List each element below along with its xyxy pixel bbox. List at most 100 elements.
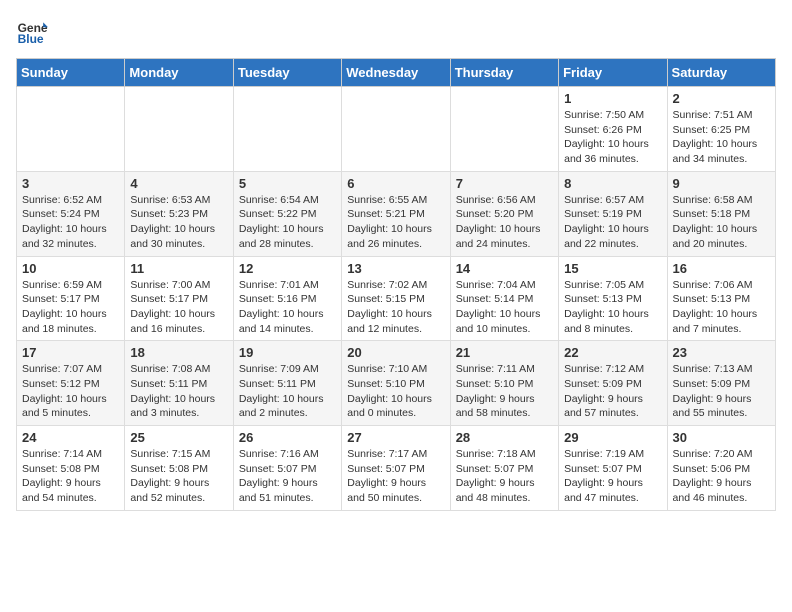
calendar-cell [342, 87, 450, 172]
day-number: 16 [673, 261, 770, 276]
calendar-cell: 11 Sunrise: 7:00 AMSunset: 5:17 PMDayligh… [125, 256, 233, 341]
day-info: Sunrise: 7:10 AMSunset: 5:10 PMDaylight:… [347, 362, 444, 421]
day-info: Sunrise: 7:00 AMSunset: 5:17 PMDaylight:… [130, 278, 227, 337]
calendar-cell: 15 Sunrise: 7:05 AMSunset: 5:13 PMDayligh… [559, 256, 667, 341]
day-header-saturday: Saturday [667, 59, 775, 87]
day-header-friday: Friday [559, 59, 667, 87]
day-info: Sunrise: 6:59 AMSunset: 5:17 PMDaylight:… [22, 278, 119, 337]
day-info: Sunrise: 7:12 AMSunset: 5:09 PMDaylight:… [564, 362, 661, 421]
calendar-cell: 22 Sunrise: 7:12 AMSunset: 5:09 PMDayligh… [559, 341, 667, 426]
day-header-tuesday: Tuesday [233, 59, 341, 87]
calendar-cell: 14 Sunrise: 7:04 AMSunset: 5:14 PMDayligh… [450, 256, 558, 341]
day-info: Sunrise: 7:50 AMSunset: 6:26 PMDaylight:… [564, 108, 661, 167]
calendar-cell: 18 Sunrise: 7:08 AMSunset: 5:11 PMDayligh… [125, 341, 233, 426]
calendar-cell: 16 Sunrise: 7:06 AMSunset: 5:13 PMDayligh… [667, 256, 775, 341]
calendar-cell: 20 Sunrise: 7:10 AMSunset: 5:10 PMDayligh… [342, 341, 450, 426]
day-number: 20 [347, 345, 444, 360]
calendar-cell: 12 Sunrise: 7:01 AMSunset: 5:16 PMDayligh… [233, 256, 341, 341]
calendar-cell: 28 Sunrise: 7:18 AMSunset: 5:07 PMDayligh… [450, 426, 558, 511]
day-info: Sunrise: 6:52 AMSunset: 5:24 PMDaylight:… [22, 193, 119, 252]
day-number: 13 [347, 261, 444, 276]
day-number: 11 [130, 261, 227, 276]
day-info: Sunrise: 7:19 AMSunset: 5:07 PMDaylight:… [564, 447, 661, 506]
day-info: Sunrise: 7:08 AMSunset: 5:11 PMDaylight:… [130, 362, 227, 421]
day-number: 27 [347, 430, 444, 445]
calendar-cell: 4 Sunrise: 6:53 AMSunset: 5:23 PMDaylight… [125, 171, 233, 256]
day-info: Sunrise: 7:06 AMSunset: 5:13 PMDaylight:… [673, 278, 770, 337]
day-info: Sunrise: 7:01 AMSunset: 5:16 PMDaylight:… [239, 278, 336, 337]
calendar-cell: 25 Sunrise: 7:15 AMSunset: 5:08 PMDayligh… [125, 426, 233, 511]
calendar-cell: 17Sunrise: 7:07 AMSunset: 5:12 PMDayligh… [17, 341, 125, 426]
page-header: General Blue [16, 16, 776, 48]
calendar-cell: 19 Sunrise: 7:09 AMSunset: 5:11 PMDayligh… [233, 341, 341, 426]
calendar-cell: 27 Sunrise: 7:17 AMSunset: 5:07 PMDayligh… [342, 426, 450, 511]
day-number: 14 [456, 261, 553, 276]
calendar-cell: 13 Sunrise: 7:02 AMSunset: 5:15 PMDayligh… [342, 256, 450, 341]
day-header-monday: Monday [125, 59, 233, 87]
day-number: 2 [673, 91, 770, 106]
day-number: 23 [673, 345, 770, 360]
day-number: 8 [564, 176, 661, 191]
day-number: 18 [130, 345, 227, 360]
day-header-wednesday: Wednesday [342, 59, 450, 87]
day-number: 1 [564, 91, 661, 106]
calendar-table: SundayMondayTuesdayWednesdayThursdayFrid… [16, 58, 776, 511]
day-number: 30 [673, 430, 770, 445]
calendar-cell [233, 87, 341, 172]
calendar-cell: 26 Sunrise: 7:16 AMSunset: 5:07 PMDayligh… [233, 426, 341, 511]
calendar-cell [17, 87, 125, 172]
day-info: Sunrise: 7:18 AMSunset: 5:07 PMDaylight:… [456, 447, 553, 506]
day-number: 19 [239, 345, 336, 360]
day-number: 26 [239, 430, 336, 445]
day-number: 24 [22, 430, 119, 445]
day-info: Sunrise: 7:17 AMSunset: 5:07 PMDaylight:… [347, 447, 444, 506]
day-info: Sunrise: 7:09 AMSunset: 5:11 PMDaylight:… [239, 362, 336, 421]
day-info: Sunrise: 7:13 AMSunset: 5:09 PMDaylight:… [673, 362, 770, 421]
day-info: Sunrise: 6:57 AMSunset: 5:19 PMDaylight:… [564, 193, 661, 252]
calendar-cell [125, 87, 233, 172]
calendar-cell: 7 Sunrise: 6:56 AMSunset: 5:20 PMDaylight… [450, 171, 558, 256]
day-info: Sunrise: 7:02 AMSunset: 5:15 PMDaylight:… [347, 278, 444, 337]
day-info: Sunrise: 7:04 AMSunset: 5:14 PMDaylight:… [456, 278, 553, 337]
day-number: 3 [22, 176, 119, 191]
calendar-cell: 10 Sunrise: 6:59 AMSunset: 5:17 PMDayligh… [17, 256, 125, 341]
calendar-cell: 1 Sunrise: 7:50 AMSunset: 6:26 PMDaylight… [559, 87, 667, 172]
day-info: Sunrise: 7:11 AMSunset: 5:10 PMDaylight:… [456, 362, 553, 421]
day-number: 5 [239, 176, 336, 191]
day-number: 22 [564, 345, 661, 360]
logo-icon: General Blue [16, 16, 48, 48]
day-number: 12 [239, 261, 336, 276]
day-info: Sunrise: 7:14 AMSunset: 5:08 PMDaylight:… [22, 447, 119, 506]
calendar-cell: 24 Sunrise: 7:14 AMSunset: 5:08 PMDayligh… [17, 426, 125, 511]
day-info: Sunrise: 6:53 AMSunset: 5:23 PMDaylight:… [130, 193, 227, 252]
day-number: 9 [673, 176, 770, 191]
calendar-cell [450, 87, 558, 172]
calendar-cell: 2 Sunrise: 7:51 AMSunset: 6:25 PMDaylight… [667, 87, 775, 172]
day-number: 29 [564, 430, 661, 445]
day-number: 10 [22, 261, 119, 276]
svg-text:Blue: Blue [18, 32, 44, 46]
calendar-cell: 29 Sunrise: 7:19 AMSunset: 5:07 PMDayligh… [559, 426, 667, 511]
day-info: Sunrise: 7:20 AMSunset: 5:06 PMDaylight:… [673, 447, 770, 506]
day-number: 4 [130, 176, 227, 191]
day-info: Sunrise: 7:05 AMSunset: 5:13 PMDaylight:… [564, 278, 661, 337]
day-info: Sunrise: 7:16 AMSunset: 5:07 PMDaylight:… [239, 447, 336, 506]
calendar-cell: 30 Sunrise: 7:20 AMSunset: 5:06 PMDayligh… [667, 426, 775, 511]
day-number: 6 [347, 176, 444, 191]
day-info: Sunrise: 6:54 AMSunset: 5:22 PMDaylight:… [239, 193, 336, 252]
calendar-cell: 3 Sunrise: 6:52 AMSunset: 5:24 PMDaylight… [17, 171, 125, 256]
logo: General Blue [16, 16, 48, 48]
day-info: Sunrise: 6:58 AMSunset: 5:18 PMDaylight:… [673, 193, 770, 252]
day-number: 17 [22, 345, 119, 360]
day-number: 15 [564, 261, 661, 276]
day-header-sunday: Sunday [17, 59, 125, 87]
day-info: Sunrise: 6:56 AMSunset: 5:20 PMDaylight:… [456, 193, 553, 252]
day-number: 25 [130, 430, 227, 445]
day-number: 21 [456, 345, 553, 360]
day-number: 28 [456, 430, 553, 445]
day-info: Sunrise: 7:51 AMSunset: 6:25 PMDaylight:… [673, 108, 770, 167]
day-number: 7 [456, 176, 553, 191]
calendar-cell: 23 Sunrise: 7:13 AMSunset: 5:09 PMDayligh… [667, 341, 775, 426]
calendar-cell: 8 Sunrise: 6:57 AMSunset: 5:19 PMDaylight… [559, 171, 667, 256]
day-info: Sunrise: 7:15 AMSunset: 5:08 PMDaylight:… [130, 447, 227, 506]
